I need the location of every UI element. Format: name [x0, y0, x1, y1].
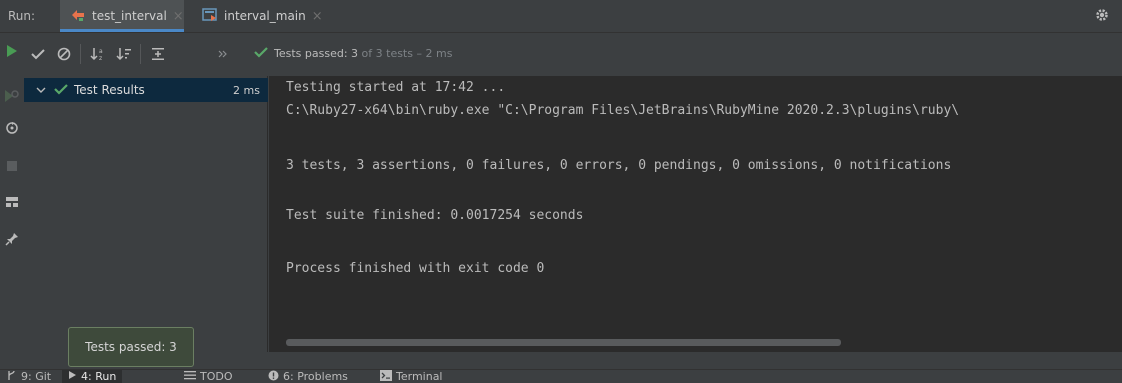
console-line: Testing started at 17:42 ...	[286, 80, 506, 95]
bottom-tool-bar: 9: Git 4: Run TODO 6: Problems Terminal	[0, 369, 1122, 383]
toolwindow-label: TODO	[200, 370, 233, 383]
close-icon[interactable]: ×	[173, 9, 184, 24]
status-passed-count: 3	[351, 47, 359, 60]
tab-interval-main[interactable]: interval_main ×	[196, 0, 326, 32]
tab-label: interval_main	[224, 9, 306, 23]
tab-label: test_interval	[92, 9, 167, 23]
toolwindow-problems[interactable]: 6: Problems	[268, 370, 348, 383]
test-toolbar: az Tests passed: 3 of 3 tests – 2 ms	[24, 34, 1122, 76]
run-config-icon	[202, 7, 218, 25]
toolwindow-git[interactable]: 9: Git	[6, 370, 51, 383]
sort-by-duration-icon[interactable]	[112, 42, 136, 66]
status-of-total: of 3 tests	[361, 47, 413, 60]
layout-icon[interactable]	[2, 192, 22, 212]
svg-text:a: a	[99, 48, 103, 55]
toolwindow-label: 6: Problems	[283, 370, 348, 383]
sort-alphabetically-icon[interactable]: az	[86, 42, 110, 66]
status-time: – 2 ms	[416, 47, 453, 60]
stop-icon[interactable]	[2, 156, 22, 176]
check-icon	[254, 46, 268, 61]
console-line: Test suite finished: 0.0017254 seconds	[286, 208, 584, 223]
tests-passed-tooltip: Tests passed: 3	[68, 327, 194, 367]
gear-icon[interactable]	[1094, 7, 1110, 26]
pin-icon[interactable]	[2, 229, 22, 249]
console-line: 3 tests, 3 assertions, 0 failures, 0 err…	[286, 158, 952, 173]
tab-test-interval[interactable]: test_interval ×	[60, 0, 184, 32]
console-output[interactable]: Testing started at 17:42 ... C:\Ruby27-x…	[269, 76, 1122, 352]
left-tool-strip	[0, 34, 24, 352]
test-status: Tests passed: 3 of 3 tests – 2 ms	[254, 46, 452, 61]
rerun-failed-icon[interactable]	[2, 86, 22, 106]
run-label: Run:	[8, 9, 36, 23]
console-line: C:\Ruby27-x64\bin\ruby.exe "C:\Program F…	[286, 103, 960, 118]
tree-item-duration: 2 ms	[233, 83, 260, 97]
status-prefix: Tests passed:	[274, 47, 348, 60]
rerun-icon[interactable]	[2, 41, 22, 61]
run-tool-window-header: Run: test_interval × interval_main ×	[0, 0, 1122, 33]
show-passed-icon[interactable]	[26, 42, 50, 66]
chevron-down-icon[interactable]	[36, 83, 46, 97]
close-icon[interactable]: ×	[312, 9, 323, 24]
run-icon	[68, 370, 77, 383]
horizontal-scrollbar[interactable]	[286, 339, 841, 346]
expand-all-icon[interactable]	[146, 42, 170, 66]
show-ignored-icon[interactable]	[52, 42, 76, 66]
toolwindow-label: 4: Run	[81, 370, 117, 383]
test-tree-panel: Test Results 2 ms	[24, 76, 268, 352]
svg-text:z: z	[99, 55, 102, 62]
git-icon	[6, 370, 17, 383]
problems-icon	[268, 370, 279, 383]
tree-item-test-results[interactable]: Test Results 2 ms	[24, 78, 268, 102]
console-line: Process finished with exit code 0	[286, 261, 545, 276]
toolwindow-label: Terminal	[396, 370, 443, 383]
todo-icon	[184, 370, 196, 383]
toolwindow-todo[interactable]: TODO	[184, 370, 233, 383]
more-chevron-icon[interactable]	[214, 42, 232, 66]
tree-item-label: Test Results	[74, 83, 145, 97]
rerun-rerun-icon[interactable]	[2, 118, 22, 138]
toolwindow-run[interactable]: 4: Run	[62, 370, 123, 383]
terminal-icon	[380, 370, 392, 383]
toolwindow-label: 9: Git	[21, 370, 52, 383]
toolwindow-terminal[interactable]: Terminal	[380, 370, 443, 383]
check-icon	[54, 83, 68, 98]
tooltip-text: Tests passed: 3	[85, 340, 177, 354]
ruby-test-icon	[70, 8, 86, 25]
